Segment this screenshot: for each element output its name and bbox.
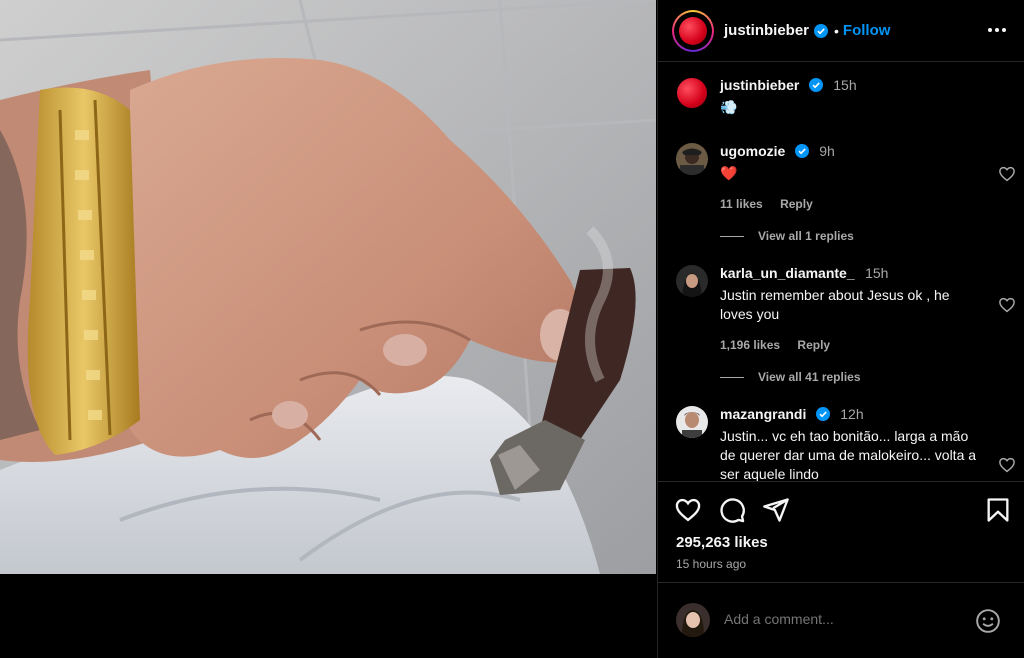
heart-icon[interactable] (998, 296, 1016, 314)
comments-list[interactable]: justinbieber 15h 💨 ugomozie 9h ❤️ 11 lik… (658, 63, 1024, 481)
comment-likes[interactable]: 11 likes (720, 197, 763, 211)
caption-time: 15h (833, 77, 857, 93)
comment-time: 15h (865, 265, 889, 281)
view-replies-button[interactable]: View all 41 replies (720, 370, 861, 384)
comment-username[interactable]: karla_un_diamante_ (720, 265, 855, 281)
emoji-icon[interactable] (975, 608, 1001, 634)
commenter-avatar[interactable] (676, 265, 708, 297)
reply-button[interactable]: Reply (780, 197, 813, 211)
likes-count[interactable]: 295,263 likes (676, 534, 768, 551)
comment-username[interactable]: mazangrandi (720, 406, 806, 422)
reply-button[interactable]: Reply (797, 338, 830, 352)
caption-username[interactable]: justinbieber (720, 77, 799, 93)
verified-badge-icon (808, 78, 823, 92)
post-photo (0, 0, 656, 574)
caption-avatar[interactable] (676, 77, 708, 109)
more-options-icon[interactable] (985, 18, 1009, 42)
verified-badge-icon (794, 144, 809, 158)
comment-item: ugomozie 9h ❤️ 11 likes Reply (676, 143, 1016, 243)
post-header: justinbieber • Follow (658, 0, 1024, 62)
comment-text: ❤️ (720, 165, 738, 181)
heart-icon[interactable] (998, 165, 1016, 183)
view-replies-label: View all 1 replies (758, 229, 854, 243)
comment-composer (658, 582, 1024, 658)
separator-dot: • (834, 22, 839, 39)
post-timestamp[interactable]: 15 hours ago (676, 557, 746, 571)
caption-text: 💨 (720, 99, 738, 115)
author-avatar[interactable] (672, 9, 714, 52)
current-user-avatar (676, 603, 710, 637)
post-media[interactable] (0, 0, 656, 658)
share-icon[interactable] (762, 496, 790, 524)
comment-input[interactable] (724, 611, 954, 627)
post-actions-section: 295,263 likes 15 hours ago (658, 481, 1024, 581)
view-replies-label: View all 41 replies (758, 370, 861, 384)
comment-time: 12h (840, 406, 864, 422)
follow-button[interactable]: Follow (843, 22, 891, 39)
commenter-avatar[interactable] (676, 406, 708, 438)
post-photo-illustration (0, 0, 656, 574)
verified-badge-icon (815, 407, 830, 421)
view-replies-button[interactable]: View all 1 replies (720, 229, 854, 243)
red-ball-avatar-image (679, 16, 707, 45)
bookmark-icon[interactable] (984, 496, 1012, 524)
comment-time: 9h (819, 143, 835, 159)
action-bar (674, 496, 1014, 524)
replies-line (720, 235, 744, 237)
heart-icon[interactable] (674, 496, 702, 524)
comment-item: mazangrandi 12h Justin... vc eh tao boni… (676, 406, 1016, 481)
author-username[interactable]: justinbieber (724, 22, 809, 39)
comment-text: Justin... vc eh tao bonitão... larga a m… (720, 428, 977, 481)
comment-icon[interactable] (718, 496, 746, 524)
commenter-avatar[interactable] (676, 143, 708, 175)
verified-badge-icon (814, 23, 829, 38)
post-details-panel: justinbieber • Follow justinbieber 15h 💨 (657, 0, 1024, 658)
comment-likes[interactable]: 1,196 likes (720, 338, 780, 352)
replies-line (720, 376, 744, 378)
comment-username[interactable]: ugomozie (720, 143, 785, 159)
comment-text: Justin remember about Jesus ok , he love… (720, 287, 950, 322)
heart-icon[interactable] (998, 456, 1016, 474)
comment-item: karla_un_diamante_ 15h Justin remember a… (676, 265, 1016, 365)
